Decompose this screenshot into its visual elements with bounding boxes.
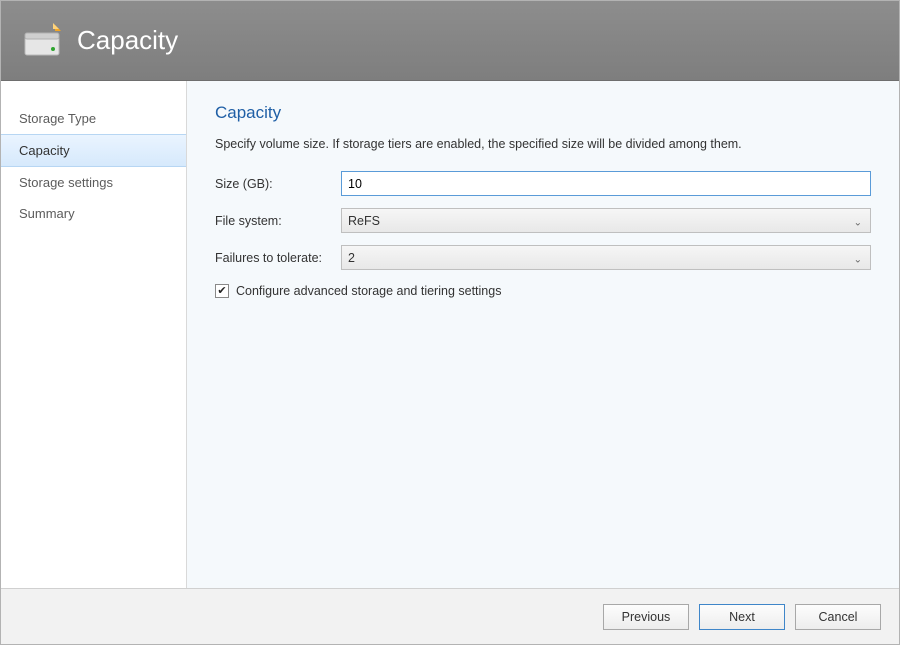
filesystem-value: ReFS bbox=[348, 214, 380, 228]
chevron-down-icon: ⌄ bbox=[854, 254, 862, 265]
drive-icon bbox=[23, 23, 63, 59]
failures-label: Failures to tolerate: bbox=[215, 251, 341, 265]
advanced-checkbox[interactable] bbox=[215, 284, 229, 298]
sidebar-item-label: Summary bbox=[19, 206, 75, 221]
size-label: Size (GB): bbox=[215, 177, 341, 191]
failures-value: 2 bbox=[348, 251, 355, 265]
sidebar-item-label: Storage Type bbox=[19, 111, 96, 126]
row-failures: Failures to tolerate: 2 ⌄ bbox=[215, 245, 871, 270]
sidebar-item-label: Capacity bbox=[19, 143, 70, 158]
wizard-content: Capacity Specify volume size. If storage… bbox=[187, 81, 899, 588]
previous-button[interactable]: Previous bbox=[603, 604, 689, 630]
wizard-footer: Previous Next Cancel bbox=[1, 588, 899, 644]
filesystem-label: File system: bbox=[215, 214, 341, 228]
header-title: Capacity bbox=[77, 25, 178, 56]
next-button[interactable]: Next bbox=[699, 604, 785, 630]
row-advanced: Configure advanced storage and tiering s… bbox=[215, 284, 871, 298]
panel-title: Capacity bbox=[215, 103, 871, 123]
wizard-sidebar: Storage Type Capacity Storage settings S… bbox=[1, 81, 187, 588]
sidebar-item-capacity[interactable]: Capacity bbox=[1, 134, 186, 167]
sidebar-item-label: Storage settings bbox=[19, 175, 113, 190]
cancel-button[interactable]: Cancel bbox=[795, 604, 881, 630]
sidebar-item-storage-type[interactable]: Storage Type bbox=[1, 103, 186, 134]
failures-select[interactable]: 2 ⌄ bbox=[341, 245, 871, 270]
size-input[interactable] bbox=[341, 171, 871, 196]
sidebar-item-summary[interactable]: Summary bbox=[1, 198, 186, 229]
sidebar-item-storage-settings[interactable]: Storage settings bbox=[1, 167, 186, 198]
panel-description: Specify volume size. If storage tiers ar… bbox=[215, 137, 871, 151]
wizard-header: Capacity bbox=[1, 1, 899, 81]
wizard-body: Storage Type Capacity Storage settings S… bbox=[1, 81, 899, 588]
row-filesystem: File system: ReFS ⌄ bbox=[215, 208, 871, 233]
filesystem-select[interactable]: ReFS ⌄ bbox=[341, 208, 871, 233]
advanced-label: Configure advanced storage and tiering s… bbox=[236, 284, 501, 298]
row-size: Size (GB): bbox=[215, 171, 871, 196]
chevron-down-icon: ⌄ bbox=[854, 217, 862, 228]
